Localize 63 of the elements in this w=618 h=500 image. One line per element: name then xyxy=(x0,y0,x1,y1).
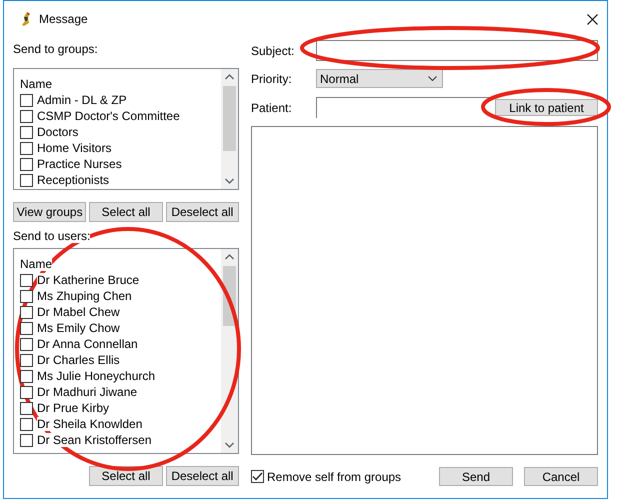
checkbox[interactable] xyxy=(20,126,33,138)
checkbox[interactable] xyxy=(20,306,33,318)
chevron-down-icon xyxy=(428,76,437,81)
message-body-field[interactable] xyxy=(251,126,598,455)
send-button[interactable]: Send xyxy=(439,467,513,486)
list-item-label: Ms Julie Honeychurch xyxy=(37,369,156,383)
checkbox[interactable] xyxy=(251,470,264,483)
push-button[interactable]: Select all xyxy=(89,202,163,222)
checkbox-label: Remove self from groups xyxy=(267,470,402,484)
list-item-label: Practice Nurses xyxy=(37,157,122,171)
list-item-label: Dr Anna Connellan xyxy=(37,337,138,351)
checkbox[interactable] xyxy=(20,402,33,414)
push-button[interactable]: Deselect all xyxy=(166,466,239,486)
checkbox[interactable] xyxy=(20,338,33,350)
checkbox[interactable] xyxy=(20,158,33,170)
scroll-down-icon[interactable] xyxy=(225,442,234,448)
push-button[interactable]: Deselect all xyxy=(166,202,239,222)
list-item-label: CSMP Doctor's Committee xyxy=(37,109,180,123)
close-icon[interactable] xyxy=(587,14,598,24)
checkbox[interactable] xyxy=(20,290,33,302)
scroll-up-icon[interactable] xyxy=(225,74,234,80)
priority-label: Priority: xyxy=(251,72,293,86)
list-item-label: Dr Madhuri Jiwane xyxy=(37,385,138,399)
scrollbar-thumb[interactable] xyxy=(223,86,236,151)
column-header: Name xyxy=(20,257,52,271)
column-header: Name xyxy=(20,77,52,91)
list-item-label: Dr Charles Ellis xyxy=(37,353,120,367)
list-item-label: Admin - DL & ZP xyxy=(37,93,127,107)
window-title: Message xyxy=(39,12,88,26)
push-button[interactable]: View groups xyxy=(13,202,86,222)
cancel-button[interactable]: Cancel xyxy=(524,467,598,486)
checkbox[interactable] xyxy=(20,94,33,106)
users-label: Send to users: xyxy=(13,229,90,243)
dropdown-value: Normal xyxy=(320,72,359,86)
subject-field[interactable] xyxy=(316,40,598,61)
checkbox[interactable] xyxy=(20,386,33,398)
subject-label: Subject: xyxy=(251,44,296,58)
list-item-label: Dr Sheila Knowlden xyxy=(37,417,142,431)
list-item-label: Dr Katherine Bruce xyxy=(37,273,140,287)
checkbox[interactable] xyxy=(20,322,33,334)
list-item-label: Ms Emily Chow xyxy=(37,321,120,335)
patient-label: Patient: xyxy=(251,100,293,114)
list-item-label: Dr Prue Kirby xyxy=(37,401,110,415)
groups-label: Send to groups: xyxy=(13,42,99,56)
checkbox[interactable] xyxy=(20,354,33,366)
priority-dropdown[interactable]: Normal xyxy=(316,69,443,88)
list-item-label: Ms Zhuping Chen xyxy=(37,289,132,303)
scroll-up-icon[interactable] xyxy=(225,254,234,260)
list-item-label: Home Visitors xyxy=(37,141,112,155)
checkbox[interactable] xyxy=(20,174,33,186)
checkbox[interactable] xyxy=(20,370,33,382)
checkbox[interactable] xyxy=(20,142,33,154)
checkbox[interactable] xyxy=(20,434,33,446)
list-item-label: Receptionists xyxy=(37,173,110,187)
checkbox[interactable] xyxy=(20,274,33,286)
checkbox[interactable] xyxy=(20,110,33,122)
checkbox[interactable] xyxy=(20,418,33,430)
list-item-label: Doctors xyxy=(37,125,78,139)
link-to-patient-button[interactable]: Link to patient xyxy=(495,99,598,116)
bird-icon xyxy=(20,11,32,27)
list-item-label: Dr Sean Kristoffersen xyxy=(37,433,152,447)
scroll-down-icon[interactable] xyxy=(225,178,234,184)
list-item-label: Dr Mabel Chew xyxy=(37,305,120,319)
